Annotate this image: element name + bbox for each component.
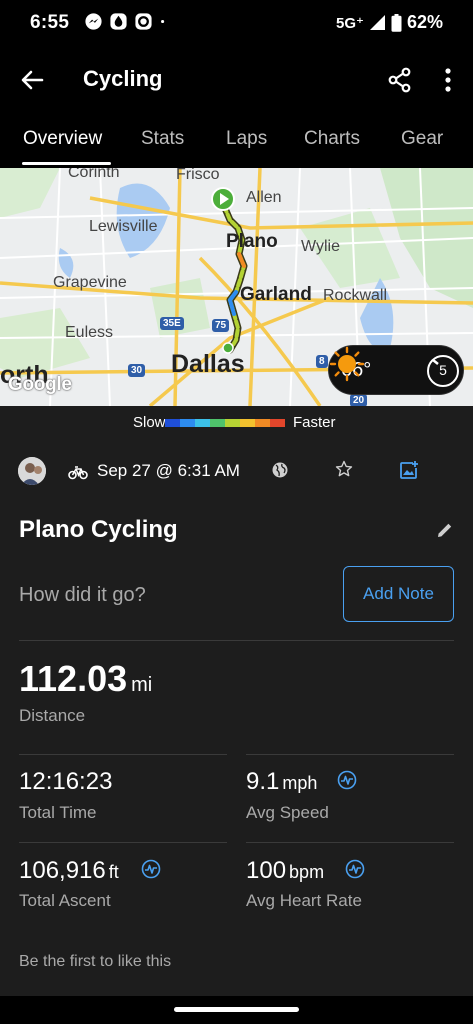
total-ascent-label: Total Ascent (19, 891, 111, 910)
legend-faster-label: Faster (293, 414, 336, 431)
status-bar: 6:55 5G⁺ 62% (0, 0, 473, 48)
map-label-lewisville: Lewisville (89, 218, 158, 235)
map-label-allen: Allen (246, 189, 282, 206)
bicycle-icon (68, 466, 88, 480)
avg-speed-stat: 9.1 mph (246, 768, 317, 796)
speed-chart-icon[interactable] (337, 770, 357, 790)
total-ascent-stat: 106,916 ft (19, 857, 119, 885)
map-label-garland: Garland (240, 284, 312, 305)
avg-speed-label: Avg Speed (246, 803, 329, 822)
add-photo-icon[interactable] (399, 460, 419, 480)
divider (19, 640, 454, 641)
drop-app-icon (110, 13, 127, 30)
wind-speed-icon: 5 (425, 353, 461, 389)
map-label-grapevine: Grapevine (53, 274, 127, 291)
avg-heart-rate-label: Avg Heart Rate (246, 891, 362, 910)
map-label-plano: Plano (226, 231, 278, 252)
status-right: 5G⁺ 62% (336, 12, 443, 33)
circle-app-icon (135, 13, 152, 30)
tab-charts[interactable]: Charts (304, 128, 360, 150)
speed-legend-segment (195, 419, 211, 427)
speed-legend-segment (270, 419, 285, 427)
favorite-star-icon[interactable] (335, 460, 353, 478)
speed-legend-segment (165, 419, 181, 427)
add-note-button[interactable]: Add Note (343, 566, 454, 622)
privacy-globe-icon[interactable] (271, 461, 289, 479)
highway-8-shield: 8 (316, 355, 328, 368)
avg-speed-unit: mph (282, 773, 318, 793)
highway-75-shield: 75 (212, 319, 230, 332)
wind-speed-value: 5 (439, 362, 447, 378)
tab-gear[interactable]: Gear (401, 128, 443, 150)
tab-bar: Overview Stats Laps Charts Gear (0, 112, 473, 168)
gesture-nav-bar (0, 996, 473, 1024)
signal-icon (369, 15, 385, 30)
app-bar: Cycling (0, 48, 473, 112)
map-label-euless: Euless (65, 324, 114, 341)
distance-label: Distance (19, 706, 86, 725)
map-label-dallas: Dallas (171, 350, 245, 378)
speed-legend-segment (240, 419, 256, 427)
highway-20-shield: 20 (350, 394, 368, 406)
share-icon[interactable] (386, 66, 414, 94)
map-label-frisco: Frisco (176, 168, 220, 183)
active-tab-indicator (22, 162, 111, 165)
activity-meta-row: Sep 27 @ 6:31 AM (0, 451, 473, 491)
weather-badge[interactable]: 66° 5 (328, 345, 464, 395)
battery-percent: 62% (406, 12, 443, 32)
distance-unit: mi (131, 674, 153, 696)
avg-heart-rate-stat: 100 bpm (246, 857, 324, 885)
more-options-icon[interactable] (434, 66, 462, 94)
tab-overview[interactable]: Overview (23, 128, 102, 150)
elevation-chart-icon[interactable] (141, 859, 161, 879)
highway-30-shield: 30 (128, 364, 146, 377)
battery-icon (391, 13, 402, 32)
notification-icons (84, 12, 171, 31)
map-label-rockwall: Rockwall (323, 287, 388, 304)
page-title: Cycling (83, 66, 163, 91)
avg-speed-value: 9.1 (246, 768, 280, 795)
heart-rate-chart-icon[interactable] (345, 859, 365, 879)
sun-icon (329, 346, 365, 382)
messenger-icon (85, 13, 102, 30)
avg-heart-rate-unit: bpm (289, 862, 325, 882)
activity-date: Sep 27 @ 6:31 AM (97, 461, 240, 480)
divider (246, 842, 454, 843)
back-arrow-icon[interactable] (18, 66, 46, 94)
speed-legend-segment (225, 419, 241, 427)
more-notifications-dot-icon (161, 19, 165, 24)
divider (246, 754, 454, 755)
total-time-label: Total Time (19, 803, 97, 822)
route-map[interactable]: Corinth Frisco Allen Lewisville Plano Wy… (0, 168, 473, 406)
activity-name: Plano Cycling (19, 516, 178, 543)
divider (19, 754, 227, 755)
speed-legend: Slower Faster (0, 406, 473, 438)
speed-legend-segment (180, 419, 196, 427)
avatar[interactable] (18, 457, 46, 485)
map-label-wylie: Wylie (301, 238, 340, 255)
distance-value: 112.03 (19, 658, 128, 699)
divider (19, 842, 227, 843)
speed-legend-segment (255, 419, 271, 427)
avg-heart-rate-value: 100 (246, 857, 287, 884)
distance-stat: 112.03 mi (19, 658, 152, 700)
edit-pencil-icon[interactable] (436, 521, 454, 539)
home-gesture-handle[interactable] (174, 1007, 299, 1012)
tab-laps[interactable]: Laps (226, 128, 267, 150)
speed-legend-segment (210, 419, 226, 427)
status-time: 6:55 (30, 12, 70, 33)
total-ascent-value: 106,916 (19, 857, 106, 884)
speed-gradient-bar (165, 419, 285, 427)
tab-stats[interactable]: Stats (141, 128, 184, 150)
total-ascent-unit: ft (108, 862, 119, 882)
network-type: 5G⁺ (336, 14, 364, 32)
map-label-corinth: Corinth (68, 168, 120, 181)
google-logo: Google (8, 374, 72, 395)
note-prompt: How did it go? (19, 584, 146, 606)
highway-35e-shield: 35E (160, 317, 184, 330)
total-time-value: 12:16:23 (19, 768, 113, 795)
like-prompt[interactable]: Be the first to like this (19, 953, 171, 971)
activity-details: Slower Faster Sep 27 @ 6:31 AM Plano Cyc… (0, 406, 473, 996)
